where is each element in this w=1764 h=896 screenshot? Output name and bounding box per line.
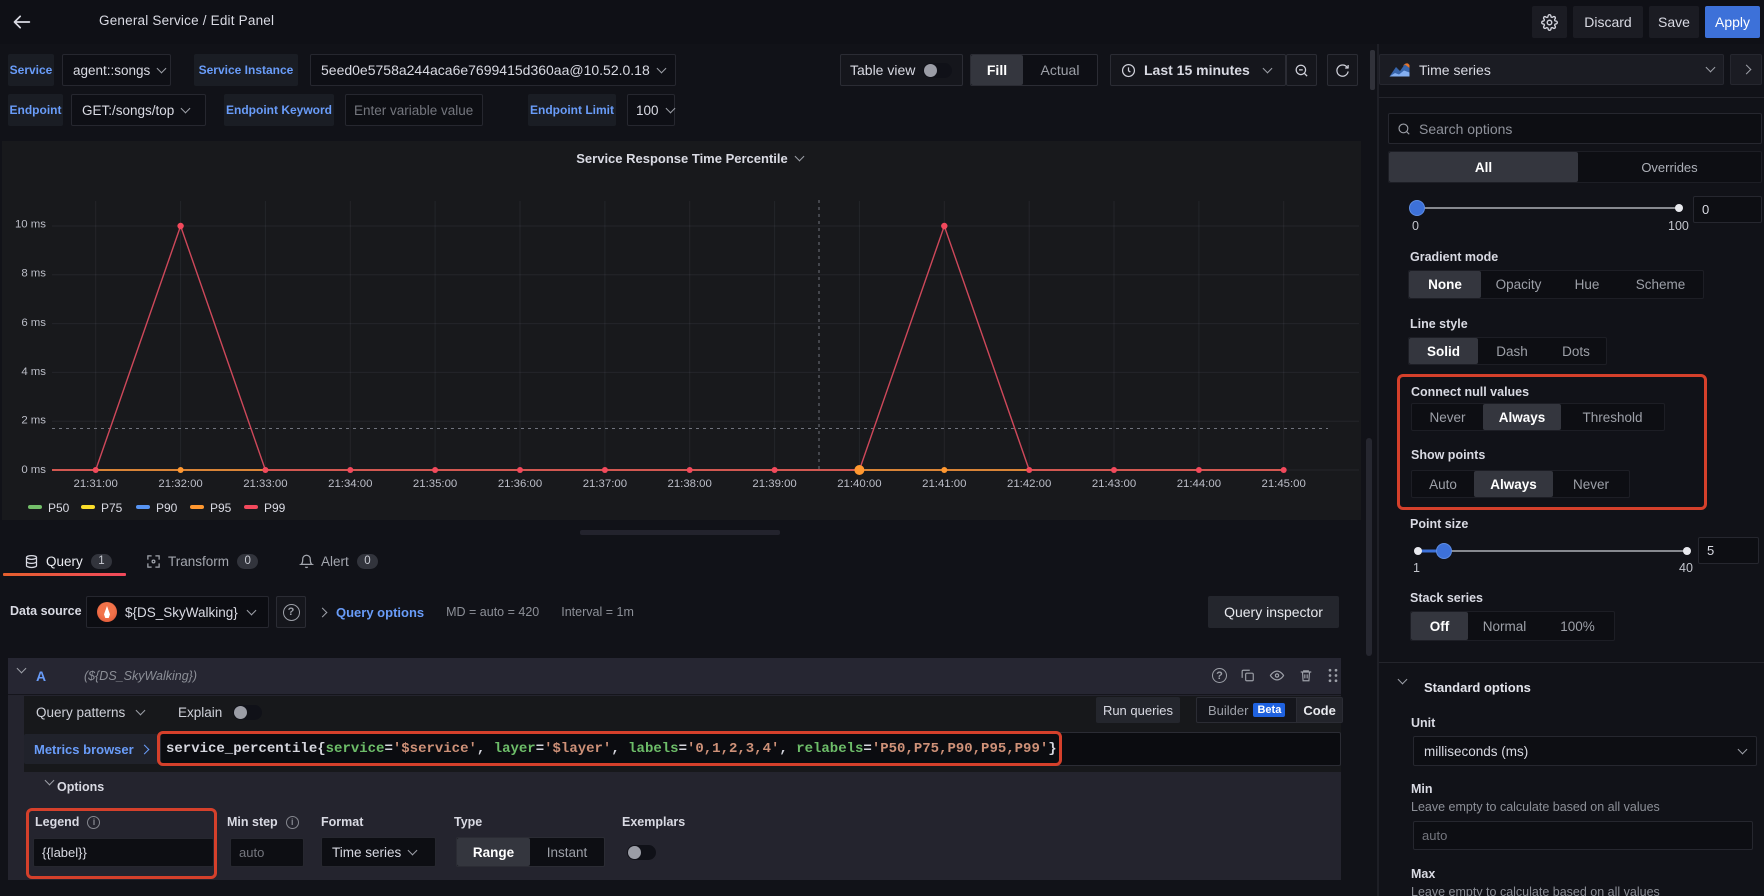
svg-text:21:39:00: 21:39:00 (752, 478, 796, 490)
svg-text:21:45:00: 21:45:00 (1262, 478, 1306, 490)
svg-text:21:35:00: 21:35:00 (413, 478, 457, 490)
svg-text:21:32:00: 21:32:00 (158, 478, 202, 490)
svg-text:21:33:00: 21:33:00 (243, 478, 287, 490)
svg-text:21:40:00: 21:40:00 (837, 478, 881, 490)
svg-text:21:31:00: 21:31:00 (74, 478, 118, 490)
svg-text:21:44:00: 21:44:00 (1177, 478, 1221, 490)
svg-text:6 ms: 6 ms (21, 317, 46, 329)
svg-text:21:36:00: 21:36:00 (498, 478, 542, 490)
svg-text:P50: P50 (48, 501, 70, 515)
svg-text:8 ms: 8 ms (21, 268, 46, 280)
svg-text:0 ms: 0 ms (21, 464, 46, 476)
svg-text:P75: P75 (101, 501, 123, 515)
svg-text:21:41:00: 21:41:00 (922, 478, 966, 490)
svg-text:2 ms: 2 ms (21, 415, 46, 427)
svg-text:10 ms: 10 ms (15, 219, 46, 231)
svg-text:21:34:00: 21:34:00 (328, 478, 372, 490)
svg-text:21:38:00: 21:38:00 (668, 478, 712, 490)
svg-text:P90: P90 (156, 501, 178, 515)
svg-text:P95: P95 (210, 501, 232, 515)
svg-text:21:43:00: 21:43:00 (1092, 478, 1136, 490)
svg-text:21:42:00: 21:42:00 (1007, 478, 1051, 490)
svg-text:P99: P99 (264, 501, 286, 515)
svg-text:4 ms: 4 ms (21, 366, 46, 378)
svg-text:21:37:00: 21:37:00 (583, 478, 627, 490)
